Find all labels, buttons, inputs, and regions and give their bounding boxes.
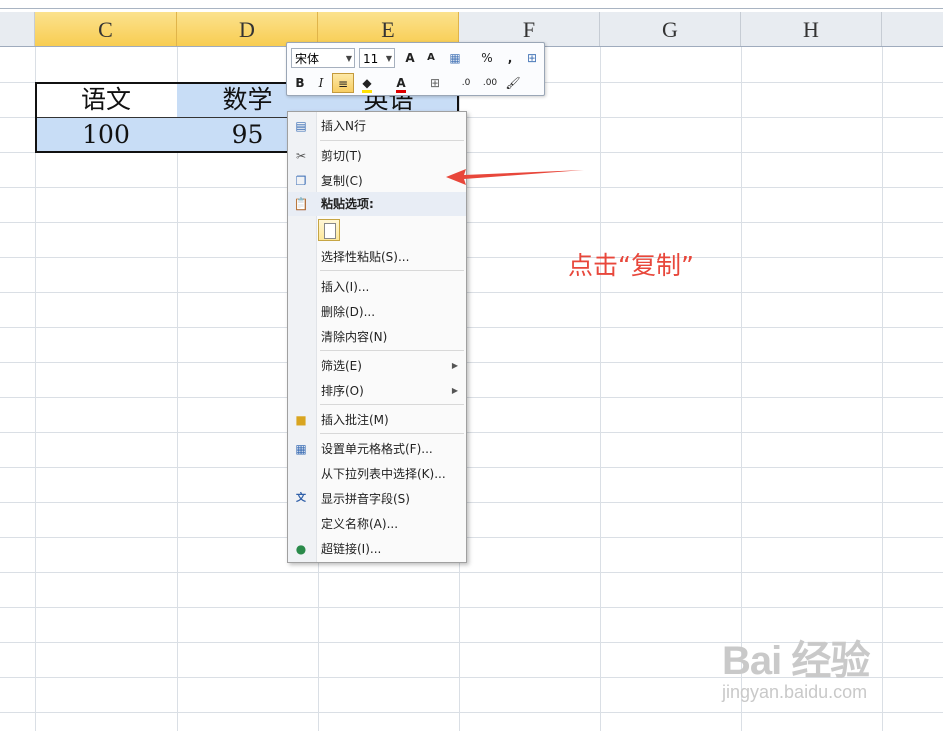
menu-item-filter[interactable]: 筛选(E) ▶ bbox=[288, 354, 466, 378]
watermark-url: jingyan.baidu.com bbox=[722, 682, 868, 702]
cell-c-header[interactable]: 语文 bbox=[35, 83, 177, 117]
column-header-g[interactable]: G bbox=[600, 12, 741, 46]
menu-item-insert-n-rows[interactable]: ▤ 插入N行 bbox=[288, 114, 466, 138]
column-header-partial[interactable] bbox=[0, 12, 35, 46]
menu-item-define-name[interactable]: 定义名称(A)... bbox=[288, 512, 466, 536]
grow-font-icon: A bbox=[405, 51, 415, 65]
column-header-h[interactable]: H bbox=[741, 12, 882, 46]
increase-decimal-button[interactable]: .0 bbox=[455, 73, 477, 93]
menu-item-paste-special[interactable]: 选择性粘贴(S)... bbox=[288, 245, 466, 269]
bold-button[interactable]: B bbox=[289, 73, 311, 93]
font-color-icon: A bbox=[396, 76, 406, 93]
column-header-c[interactable]: C bbox=[35, 12, 177, 46]
ribbon-bottom-edge bbox=[0, 0, 943, 12]
merge-center-button[interactable]: ⊞ bbox=[521, 48, 543, 68]
bold-icon: B bbox=[295, 76, 305, 90]
chevron-down-icon[interactable]: ▼ bbox=[346, 49, 352, 69]
menu-item-copy[interactable]: ❐ 复制(C) bbox=[288, 169, 466, 193]
cell-c-value[interactable]: 100 bbox=[35, 118, 177, 152]
phonetic-wen-icon: 文 bbox=[296, 493, 306, 504]
font-color-button[interactable]: A bbox=[390, 73, 412, 93]
font-size-value: 11 bbox=[363, 52, 379, 66]
font-name-value: 宋体 bbox=[295, 52, 320, 66]
menu-item-format-cells[interactable]: ▦ 设置单元格格式(F)... bbox=[288, 437, 466, 461]
comment-icon: ■ bbox=[295, 413, 307, 427]
font-size-box[interactable]: 11 ▼ bbox=[359, 48, 395, 68]
comma-icon: , bbox=[507, 51, 513, 65]
currency-format-button[interactable]: ▦ bbox=[444, 48, 466, 68]
percent-button[interactable]: % bbox=[476, 48, 498, 68]
paste-values-option-icon[interactable] bbox=[318, 219, 340, 241]
percent-icon: % bbox=[481, 51, 493, 65]
format-cells-icon: ▦ bbox=[295, 442, 307, 456]
border-icon: ⊞ bbox=[429, 76, 441, 90]
paint-bucket-icon: ◆ bbox=[362, 76, 372, 93]
currency-icon: ▦ bbox=[449, 51, 461, 65]
italic-icon: I bbox=[318, 76, 324, 90]
red-arrow-annotation bbox=[446, 169, 584, 185]
grow-font-button[interactable]: A bbox=[399, 48, 421, 68]
decrease-decimal-icon: .00 bbox=[482, 78, 498, 88]
chevron-right-icon: ▶ bbox=[451, 361, 458, 370]
context-menu: ▤ 插入N行 ✂ 剪切(T) ❐ 复制(C) 📋 粘贴选项: 选择性粘贴(S).… bbox=[287, 111, 467, 563]
copy-icon: ❐ bbox=[295, 174, 307, 188]
align-center-icon: ≡ bbox=[337, 77, 349, 91]
menu-item-phonetic-field[interactable]: 文 显示拼音字段(S) bbox=[288, 487, 466, 511]
menu-item-insert[interactable]: 插入(I)... bbox=[288, 275, 466, 299]
menu-item-delete[interactable]: 删除(D)... bbox=[288, 300, 466, 324]
clipboard-icon: 📋 bbox=[293, 197, 309, 211]
menu-item-hyperlink[interactable]: ● 超链接(I)... bbox=[288, 537, 466, 561]
column-header-e[interactable]: E bbox=[318, 12, 459, 46]
increase-decimal-icon: .0 bbox=[461, 78, 471, 88]
chevron-down-icon[interactable]: ▼ bbox=[386, 49, 392, 69]
font-name-box[interactable]: 宋体 ▼ bbox=[291, 48, 355, 68]
borders-button[interactable]: ⊞ bbox=[424, 73, 446, 93]
menu-item-cut[interactable]: ✂ 剪切(T) bbox=[288, 144, 466, 168]
menu-item-insert-comment[interactable]: ■ 插入批注(M) bbox=[288, 408, 466, 432]
merge-icon: ⊞ bbox=[526, 51, 538, 65]
shrink-font-button[interactable]: A bbox=[420, 48, 442, 68]
shrink-font-icon: A bbox=[427, 52, 435, 63]
baidu-watermark: Bai 经验 jingyan.baidu.com bbox=[722, 628, 870, 702]
italic-button[interactable]: I bbox=[310, 73, 332, 93]
comma-style-button[interactable]: , bbox=[499, 48, 521, 68]
menu-item-paste-options: 📋 粘贴选项: bbox=[288, 192, 466, 216]
align-center-button[interactable]: ≡ bbox=[332, 73, 354, 93]
decrease-decimal-button[interactable]: .00 bbox=[479, 73, 501, 93]
menu-item-clear-contents[interactable]: 清除内容(N) bbox=[288, 325, 466, 349]
instruction-annotation: 点击“复制” bbox=[568, 251, 694, 280]
mini-format-toolbar: 宋体 ▼ 11 ▼ A A ▦ % , ⊞ B I ≡ ◆ A ⊞ .0 .00 bbox=[286, 42, 545, 96]
menu-item-pick-from-list[interactable]: 从下拉列表中选择(K)... bbox=[288, 462, 466, 486]
brush-icon: 🖌 bbox=[505, 76, 521, 90]
column-header-f[interactable]: F bbox=[459, 12, 600, 46]
insert-rows-icon: ▤ bbox=[295, 119, 307, 133]
fill-color-button[interactable]: ◆ bbox=[356, 73, 378, 93]
format-painter-button[interactable]: 🖌 bbox=[502, 73, 524, 93]
scissors-icon: ✂ bbox=[295, 149, 307, 163]
column-header-d[interactable]: D bbox=[177, 12, 318, 46]
watermark-brand: Bai 经验 bbox=[722, 639, 870, 683]
menu-item-sort[interactable]: 排序(O) ▶ bbox=[288, 379, 466, 403]
chevron-right-icon: ▶ bbox=[451, 386, 458, 395]
globe-link-icon: ● bbox=[295, 542, 307, 556]
